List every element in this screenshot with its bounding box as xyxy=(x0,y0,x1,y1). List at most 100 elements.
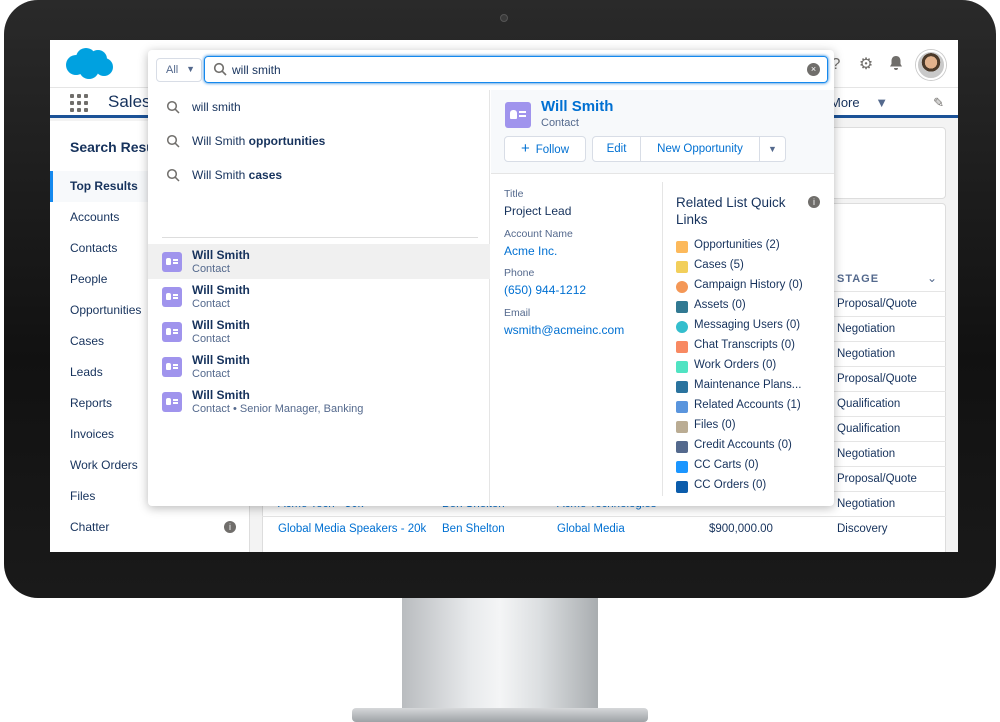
contact-icon xyxy=(162,357,182,377)
result-item[interactable]: Will Smith Contact xyxy=(148,279,490,314)
account-link[interactable]: Global Media xyxy=(557,523,625,535)
user-avatar[interactable] xyxy=(916,50,946,80)
maintenance-plan-icon xyxy=(676,381,688,393)
search-input[interactable] xyxy=(232,61,792,79)
related-link-label: Campaign History (0) xyxy=(694,279,803,291)
search-box[interactable]: × xyxy=(204,56,828,83)
related-link-related-accounts[interactable]: Related Accounts (1) xyxy=(676,398,836,416)
suggestion-item[interactable]: Will Smith opportunities xyxy=(148,124,490,158)
result-item[interactable]: Will Smith Contact xyxy=(148,314,490,349)
column-header-stage[interactable]: STAGE xyxy=(837,273,879,285)
suggestion-item[interactable]: will smith xyxy=(148,90,490,124)
result-subtitle: Contact • Senior Manager, Banking xyxy=(192,403,364,415)
webcam xyxy=(500,14,508,22)
field-value-email[interactable]: wsmith@acmeinc.com xyxy=(504,323,624,337)
result-item[interactable]: Will Smith Contact xyxy=(148,244,490,279)
owner-link[interactable]: Ben Shelton xyxy=(442,523,505,535)
result-name: Will Smith xyxy=(192,248,250,262)
follow-button[interactable]: + Follow xyxy=(504,136,586,162)
field-value-phone[interactable]: (650) 944-1212 xyxy=(504,283,586,297)
suggestion-text: Will Smith cases xyxy=(192,168,282,182)
stage-cell: Negotiation xyxy=(837,348,896,360)
edit-button[interactable]: Edit xyxy=(592,136,641,162)
related-link-work-orders[interactable]: Work Orders (0) xyxy=(676,358,836,376)
edit-nav-icon[interactable]: ✎ xyxy=(933,95,944,111)
related-link-chat-transcripts[interactable]: Chat Transcripts (0) xyxy=(676,338,836,356)
monitor-bezel: ? ⚙ Sales More ▼ ✎ Search Resu Top Resul… xyxy=(4,0,996,598)
preview-record-name[interactable]: Will Smith xyxy=(541,98,613,115)
related-link-cc-carts[interactable]: CC Carts (0) xyxy=(676,458,836,476)
chat-icon xyxy=(676,341,688,353)
preview-record-type: Contact xyxy=(541,117,579,129)
more-actions-button[interactable]: ▼ xyxy=(759,136,786,162)
related-link-label: Credit Accounts (0) xyxy=(694,439,792,451)
field-value-title: Project Lead xyxy=(504,204,572,218)
result-item[interactable]: Will Smith Contact xyxy=(148,349,490,384)
more-menu[interactable]: More ▼ xyxy=(830,95,888,110)
related-link-label: Cases (5) xyxy=(694,259,744,271)
salesforce-logo-icon[interactable] xyxy=(62,46,114,80)
result-name: Will Smith xyxy=(192,388,250,402)
divider xyxy=(162,237,478,238)
scope-label: All xyxy=(166,64,179,76)
gear-icon[interactable]: ⚙ xyxy=(856,55,876,75)
divider xyxy=(662,182,663,496)
result-subtitle: Contact xyxy=(192,368,230,380)
sidebar-item-label: Contacts xyxy=(70,241,118,255)
stage-cell: Proposal/Quote xyxy=(837,473,917,485)
screen: ? ⚙ Sales More ▼ ✎ Search Resu Top Resul… xyxy=(50,40,958,552)
monitor-stand-neck xyxy=(402,598,598,710)
result-subtitle: Contact xyxy=(192,263,230,275)
result-name: Will Smith xyxy=(192,283,250,297)
related-link-opportunities[interactable]: Opportunities (2) xyxy=(676,238,836,256)
info-icon[interactable]: i xyxy=(224,521,236,533)
related-link-cc-orders[interactable]: CC Orders (0) xyxy=(676,478,836,496)
amount-cell: $900,000.00 xyxy=(709,523,773,535)
follow-label: Follow xyxy=(535,144,569,156)
related-link-assets[interactable]: Assets (0) xyxy=(676,298,836,316)
contact-icon xyxy=(505,102,531,128)
record-preview-pane: Will Smith Contact + Follow Edit New Oppo… xyxy=(491,90,834,506)
clear-icon[interactable]: × xyxy=(807,63,820,76)
result-name: Will Smith xyxy=(192,353,250,367)
search-scope-select[interactable]: All ▼ xyxy=(156,58,202,82)
related-link-label: CC Orders (0) xyxy=(694,479,767,491)
related-link-campaign-history[interactable]: Campaign History (0) xyxy=(676,278,836,296)
related-link-files[interactable]: Files (0) xyxy=(676,418,836,436)
campaign-icon xyxy=(676,281,688,293)
related-link-messaging-users[interactable]: Messaging Users (0) xyxy=(676,318,836,336)
related-link-maintenance-plans[interactable]: Maintenance Plans... xyxy=(676,378,836,396)
case-icon xyxy=(676,261,688,273)
stage-cell: Negotiation xyxy=(837,323,896,335)
related-link-label: Work Orders (0) xyxy=(694,359,777,371)
opportunity-link[interactable]: Global Media Speakers - 20k xyxy=(278,523,426,535)
chevron-down-icon[interactable]: ⌄ xyxy=(927,271,937,285)
sidebar-item-label: People xyxy=(70,272,108,286)
suggestions-pane: will smith Will Smith opportunities Will… xyxy=(148,90,490,506)
field-value-account[interactable]: Acme Inc. xyxy=(504,244,557,258)
account-icon xyxy=(676,401,688,413)
related-link-credit-accounts[interactable]: Credit Accounts (0) xyxy=(676,438,836,456)
info-icon[interactable]: i xyxy=(808,196,820,208)
related-link-label: Maintenance Plans... xyxy=(694,379,802,391)
contact-icon xyxy=(162,252,182,272)
bell-icon[interactable] xyxy=(886,55,906,75)
contact-icon xyxy=(162,322,182,342)
related-list-title: Related List Quick Links xyxy=(676,195,786,227)
suggestion-item[interactable]: Will Smith cases xyxy=(148,158,490,192)
sidebar-item-label: Accounts xyxy=(70,210,120,224)
order-icon xyxy=(676,481,688,493)
app-launcher-icon[interactable] xyxy=(70,94,88,112)
field-label: Title xyxy=(504,188,524,200)
result-item[interactable]: Will Smith Contact • Senior Manager, Ban… xyxy=(148,384,490,419)
chevron-down-icon: ▼ xyxy=(186,64,195,74)
field-label: Email xyxy=(504,307,531,319)
sidebar-item-label: Leads xyxy=(70,365,103,379)
new-opportunity-button[interactable]: New Opportunity xyxy=(640,136,760,162)
sidebar-item-chatter[interactable]: Chatter i xyxy=(50,512,250,543)
related-link-cases[interactable]: Cases (5) xyxy=(676,258,836,276)
sidebar-item-label: Top Results xyxy=(70,179,138,193)
table-row[interactable]: Global Media Speakers - 20k Ben Shelton … xyxy=(262,516,946,541)
field-label: Phone xyxy=(504,267,535,279)
suggestion-suffix: opportunities xyxy=(248,134,326,148)
